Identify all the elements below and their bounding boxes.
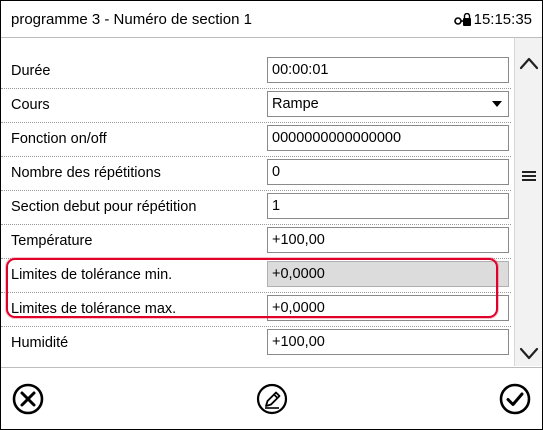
row-label: Limites de tolérance max.	[11, 301, 177, 317]
dropdown-arrow-icon	[492, 101, 502, 107]
repeat-start-section-field[interactable]: 1	[267, 193, 509, 219]
row-label: Cours	[11, 97, 50, 113]
row-repeat-start-section: Section debut pour répétition 1	[1, 190, 511, 225]
row-repetitions: Nombre des répétitions 0	[1, 156, 511, 191]
program-section-editor-screen: programme 3 - Numéro de section 1 15:15:…	[0, 0, 543, 430]
chevron-up-icon[interactable]	[515, 44, 542, 84]
row-course: Cours Rampe	[1, 88, 511, 123]
tolerance-max-field[interactable]: +0,0000	[267, 295, 509, 321]
row-temperature: Température +100,00	[1, 224, 511, 259]
row-label: Limites de tolérance min.	[11, 267, 173, 283]
row-tolerance-min: Limites de tolérance min. +0,0000	[1, 258, 511, 293]
action-bar	[1, 367, 542, 429]
cancel-button[interactable]	[10, 381, 46, 417]
cancel-x-icon	[12, 383, 44, 415]
pencil-edit-icon	[256, 383, 288, 415]
course-select[interactable]: Rampe	[267, 91, 509, 117]
confirm-button[interactable]	[497, 381, 533, 417]
row-label: Nombre des répétitions	[11, 165, 161, 181]
key-lock-icon	[453, 12, 472, 27]
hamburger-menu-icon[interactable]	[515, 156, 542, 196]
row-label: Section debut pour répétition	[11, 199, 197, 215]
clock-area: 15:15:35	[453, 11, 532, 28]
repetitions-field[interactable]: 0	[267, 159, 509, 185]
row-duration: Durée 00:00:01	[1, 54, 511, 89]
checkmark-confirm-icon	[499, 383, 531, 415]
current-time: 15:15:35	[473, 11, 532, 28]
tolerance-min-field[interactable]: +0,0000	[267, 261, 509, 287]
row-on-off-function: Fonction on/off 0000000000000000	[1, 122, 511, 157]
edit-button[interactable]	[254, 381, 290, 417]
temperature-field[interactable]: +100,00	[267, 227, 509, 253]
duration-field[interactable]: 00:00:01	[267, 57, 509, 83]
parameter-list: Durée 00:00:01 Cours Rampe Fonction on/o…	[1, 54, 511, 359]
row-label: Humidité	[11, 335, 69, 351]
row-humidity: Humidité +100,00	[1, 326, 511, 359]
row-tolerance-max: Limites de tolérance max. +0,0000	[1, 292, 511, 327]
page-title: programme 3 - Numéro de section 1	[11, 11, 252, 28]
course-select-value: Rampe	[272, 96, 319, 112]
scrollbar[interactable]	[514, 38, 542, 366]
title-bar: programme 3 - Numéro de section 1 15:15:…	[1, 1, 542, 38]
row-label: Température	[11, 233, 93, 249]
row-label: Durée	[11, 63, 51, 79]
humidity-field[interactable]: +100,00	[267, 329, 509, 355]
row-label: Fonction on/off	[11, 131, 107, 147]
on-off-function-field[interactable]: 0000000000000000	[267, 125, 509, 151]
